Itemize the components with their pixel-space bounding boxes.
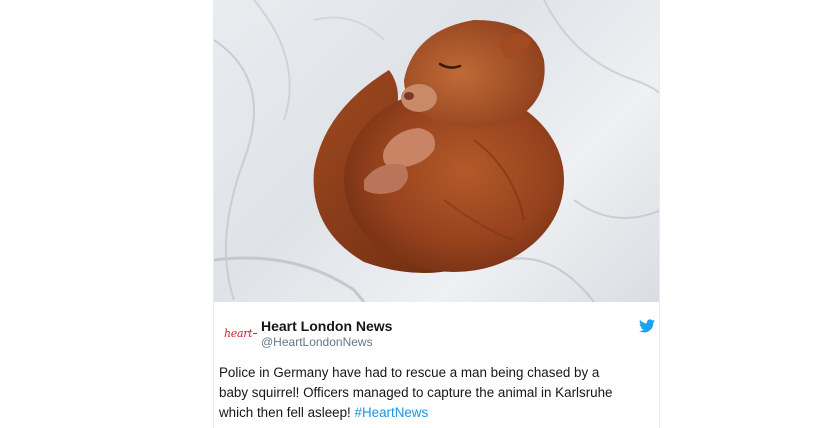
tweet-text-line: which then fell asleep! #HeartNews [219,403,649,423]
tweet-text-fragment: which then fell asleep! [219,405,351,420]
heart-logo[interactable]: heart [224,327,257,341]
account-name[interactable]: Heart London News [261,318,392,335]
twitter-bird-icon[interactable] [639,319,655,333]
tweet-text-line: Police in Germany have had to rescue a m… [219,365,600,380]
tweet-card: heart Heart London News @HeartLondonNews… [213,0,660,428]
tweet-text: Police in Germany have had to rescue a m… [219,363,649,423]
tweet-header: heart Heart London News @HeartLondonNews [214,302,659,358]
tweet-text-line: baby squirrel! Officers managed to captu… [219,385,613,400]
hashtag-link[interactable]: #HeartNews [355,405,429,420]
sleeping-squirrel-photo [214,0,659,302]
account-handle[interactable]: @HeartLondonNews [261,335,373,350]
tweet-photo[interactable] [214,0,659,302]
